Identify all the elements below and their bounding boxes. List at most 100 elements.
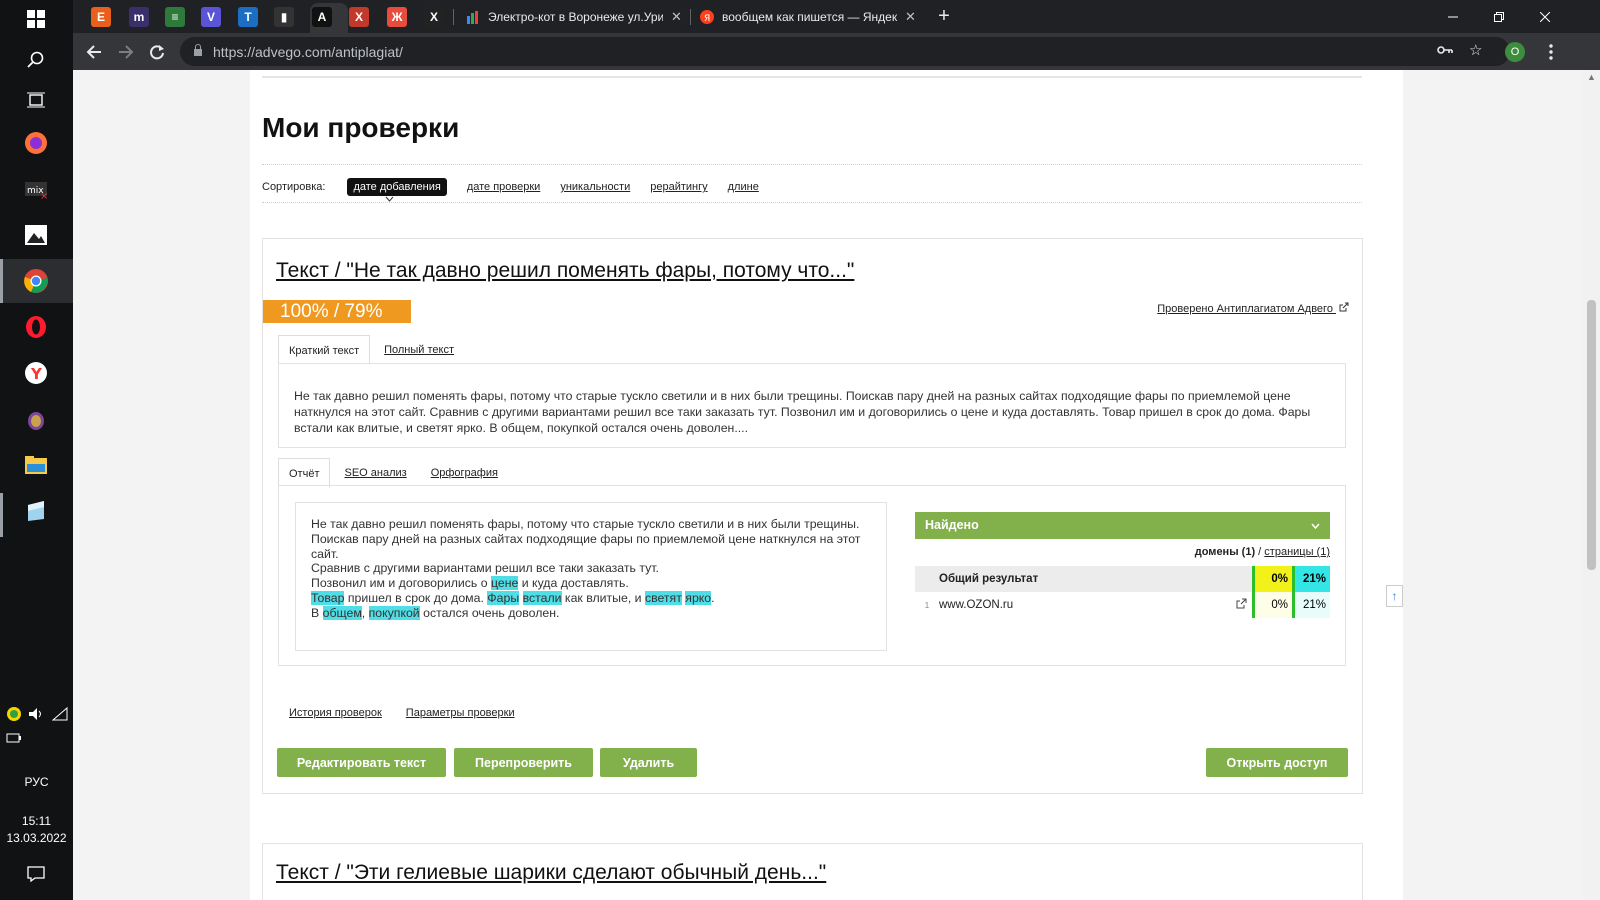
site-name[interactable]: www.OZON.ru <box>939 599 1236 611</box>
tab-spelling[interactable]: Орфография <box>421 458 508 488</box>
tab-close-icon[interactable]: ✕ <box>671 9 682 25</box>
key-icon[interactable] <box>1437 43 1453 60</box>
report-line: Поискав пару дней на разных сайтах подхо… <box>311 531 861 561</box>
taskbar-open-bar <box>0 493 3 537</box>
app-icon[interactable] <box>22 497 50 525</box>
clock-date[interactable]: 13.03.2022 <box>0 831 73 845</box>
sort-by-check-date[interactable]: дате проверки <box>467 181 541 193</box>
page-title: Мои проверки <box>262 112 460 143</box>
scroll-to-top-button[interactable]: ↑ <box>1386 585 1403 607</box>
url-text[interactable]: https://advego.com/antiplagiat/ <box>213 44 403 60</box>
mix-icon[interactable]: mix × <box>22 175 50 203</box>
sort-by-date-added[interactable]: дате добавления <box>347 178 447 196</box>
clock-time[interactable]: 15:11 <box>0 814 73 828</box>
tor-icon[interactable] <box>22 405 50 433</box>
site-row[interactable]: 1 www.OZON.ru 0% 21% <box>915 592 1330 618</box>
tab-favicon-icon[interactable]: V <box>201 7 221 27</box>
address-bar[interactable]: https://advego.com/antiplagiat/ ☆ <box>180 37 1510 66</box>
battery-icon[interactable] <box>0 724 28 752</box>
tab-favicon-icon[interactable]: Ж <box>387 7 407 27</box>
tab-favicon-icon[interactable]: A <box>312 7 332 27</box>
short-text: Не так давно решил поменять фары, потому… <box>278 363 1346 448</box>
match-highlight[interactable]: встали <box>522 590 562 605</box>
recheck-button[interactable]: Перепроверить <box>454 748 593 777</box>
restore-icon[interactable] <box>1476 0 1522 33</box>
firefox-icon[interactable] <box>22 129 50 157</box>
tab-favicon-icon[interactable]: ▮ <box>274 7 294 27</box>
yandex-icon[interactable]: Y <box>22 359 50 387</box>
match-highlight[interactable]: Товар <box>311 590 345 605</box>
search-icon[interactable] <box>22 46 50 74</box>
tab-favicon-icon[interactable]: T <box>238 7 258 27</box>
delete-button[interactable]: Удалить <box>600 748 697 777</box>
folder-icon[interactable] <box>22 451 50 479</box>
scrollbar-thumb[interactable] <box>1587 300 1596 570</box>
tab-favicon-icon[interactable]: Х <box>349 7 369 27</box>
match-highlight[interactable]: Фары <box>487 590 520 605</box>
chrome-icon[interactable] <box>22 267 50 295</box>
minimize-icon[interactable] <box>1430 0 1476 33</box>
found-panel: Найдено домены (1) / страницы (1) Общий … <box>915 512 1330 618</box>
tab-seo-analysis[interactable]: SEO анализ <box>334 458 416 488</box>
forward-icon[interactable] <box>115 41 137 63</box>
check-title[interactable]: Текст / "Не так давно решил поменять фар… <box>276 259 854 283</box>
site-rewrite-percent: 21% <box>1292 592 1330 618</box>
photos-icon[interactable] <box>22 221 50 249</box>
chevron-down-icon[interactable] <box>1311 512 1320 539</box>
task-view-icon[interactable] <box>22 86 50 114</box>
sort-bar: Сортировка: дате добавления дате проверк… <box>262 178 779 196</box>
sort-by-rewriting[interactable]: рерайтингу <box>650 181 707 193</box>
tab-favicon-icon[interactable]: ≡ <box>165 7 185 27</box>
page-viewport: Мои проверки Сортировка: дате добавления… <box>73 70 1583 900</box>
found-header[interactable]: Найдено <box>915 512 1330 539</box>
opera-icon[interactable] <box>22 313 50 341</box>
uniqueness-score: 100% / 79% <box>263 300 411 323</box>
tab-yandex-search[interactable]: Я вообщем как пишется — Яндекс ✕ <box>700 0 916 33</box>
sort-by-uniqueness[interactable]: уникальности <box>560 181 630 193</box>
domains-label[interactable]: домены <box>1195 546 1239 558</box>
tab-short-text[interactable]: Краткий текст <box>278 335 371 365</box>
close-window-icon[interactable] <box>1522 0 1568 33</box>
page-scrollbar[interactable]: ▲ <box>1583 70 1600 900</box>
notifications-icon[interactable] <box>22 860 50 888</box>
pages-link[interactable]: страницы (1) <box>1264 546 1330 558</box>
tab-favicon-icon[interactable]: X <box>424 7 444 27</box>
start-icon[interactable] <box>22 5 50 33</box>
tab-title: Электро-кот в Воронеже ул.Ури <box>488 9 663 24</box>
total-row: Общий результат 0% 21% <box>915 566 1330 592</box>
profile-avatar[interactable]: O <box>1505 42 1525 62</box>
match-highlight[interactable]: цене <box>490 576 519 591</box>
total-plagiarism-percent: 0% <box>1252 566 1292 592</box>
input-language[interactable]: РУС <box>0 775 73 789</box>
report-line: В общем, покупкой остался очень доволен. <box>311 605 560 620</box>
highlighted-text: Не так давно решил поменять фары, потому… <box>295 502 887 651</box>
check-params-link[interactable]: Параметры проверки <box>406 707 515 719</box>
menu-dots-icon[interactable] <box>1540 41 1562 63</box>
back-icon[interactable] <box>83 41 105 63</box>
tab-favicon-icon[interactable]: E <box>91 7 111 27</box>
external-link-icon <box>1339 302 1349 312</box>
lock-icon[interactable] <box>193 44 203 59</box>
bookmark-star-icon[interactable]: ☆ <box>1469 41 1482 59</box>
tab-close-icon[interactable]: ✕ <box>905 9 916 25</box>
sort-by-length[interactable]: длине <box>728 181 759 193</box>
scroll-up-arrow-icon[interactable]: ▲ <box>1587 72 1596 82</box>
external-link-icon[interactable] <box>1236 598 1252 612</box>
open-access-button[interactable]: Открыть доступ <box>1206 748 1348 777</box>
match-highlight[interactable]: светят <box>644 590 682 605</box>
match-highlight[interactable]: ярко <box>685 590 712 605</box>
match-highlight[interactable]: общем <box>322 605 362 620</box>
tab-full-text[interactable]: Полный текст <box>374 335 464 365</box>
checked-by-link[interactable]: Проверено Антиплагиатом Адвего <box>1157 302 1349 315</box>
report-line: Товар пришел в срок до дома. Фары встали… <box>311 590 715 605</box>
tab-elektro-kot[interactable]: Электро-кот в Воронеже ул.Ури ✕ <box>466 0 682 33</box>
tab-report[interactable]: Отчёт <box>278 458 331 488</box>
wifi-icon[interactable] <box>46 700 74 728</box>
tab-favicon-icon[interactable]: m <box>129 7 149 27</box>
new-tab-button[interactable]: + <box>932 0 956 33</box>
reload-icon[interactable] <box>146 41 168 63</box>
edit-text-button[interactable]: Редактировать текст <box>277 748 446 777</box>
check-title[interactable]: Текст / "Эти гелиевые шарики сделают обы… <box>276 861 826 885</box>
check-history-link[interactable]: История проверок <box>289 707 382 719</box>
match-highlight[interactable]: покупкой <box>368 605 420 620</box>
